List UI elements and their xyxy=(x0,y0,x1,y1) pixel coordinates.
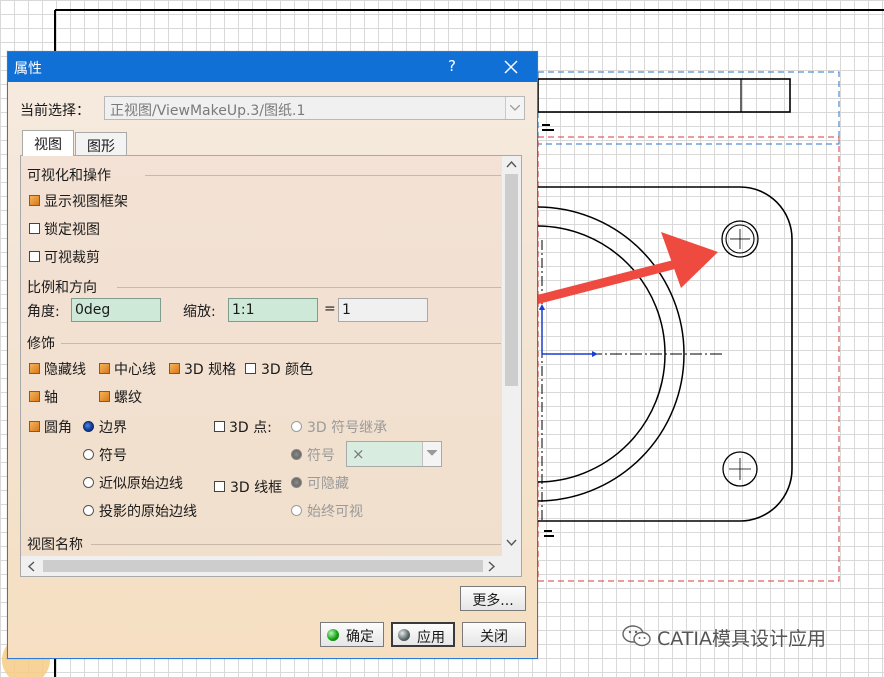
visual-clip-label: 可视裁剪 xyxy=(44,250,100,266)
fillet-label: 圆角 xyxy=(44,420,72,436)
lock-view-label: 锁定视图 xyxy=(44,222,100,238)
section-viewname-title: 视图名称 xyxy=(27,537,83,553)
chevron-down-icon[interactable] xyxy=(422,442,441,466)
can-hide-radio[interactable] xyxy=(291,477,302,488)
approx-edges-radio[interactable] xyxy=(83,477,94,488)
hidden-lines-label: 隐藏线 xyxy=(44,362,86,378)
equals-sign: = xyxy=(324,301,336,317)
lock-view-checkbox[interactable] xyxy=(29,223,40,234)
symbol-inherit-label: 3D 符号继承 xyxy=(307,420,388,436)
scrollbar-corner xyxy=(502,556,521,576)
angle-input[interactable]: 0deg xyxy=(71,298,161,322)
scale-label: 缩放: xyxy=(183,304,216,320)
fillet-checkbox[interactable] xyxy=(29,421,40,432)
axis-label: 轴 xyxy=(44,390,58,406)
spec-3d-label: 3D 规格 xyxy=(184,362,237,378)
ok-icon xyxy=(327,629,339,641)
current-selection-value: 正视图/ViewMakeUp.3/图纸.1 xyxy=(110,103,306,119)
horizontal-scrollbar[interactable] xyxy=(21,556,503,576)
points-3d-label: 3D 点: xyxy=(229,420,272,436)
center-line-checkbox[interactable] xyxy=(99,363,110,374)
projected-edges-label: 投影的原始边线 xyxy=(99,504,197,520)
ok-button[interactable]: 确定 xyxy=(320,622,384,647)
hidden-lines-checkbox[interactable] xyxy=(29,363,40,374)
symbol-radio[interactable] xyxy=(83,449,94,460)
symbol-dropdown[interactable]: × xyxy=(346,441,442,467)
thread-label: 螺纹 xyxy=(114,390,142,406)
angle-label: 角度: xyxy=(27,304,60,320)
symbol-dropdown-value: × xyxy=(352,445,365,463)
always-visible-radio[interactable] xyxy=(291,505,302,516)
symbol-select-radio[interactable] xyxy=(291,449,302,460)
wechat-icon xyxy=(622,625,651,647)
wireframe-3d-label: 3D 线框 xyxy=(230,480,283,496)
always-visible-label: 始终可视 xyxy=(307,504,363,520)
apply-icon xyxy=(398,629,410,641)
chevron-down-icon[interactable] xyxy=(505,97,524,119)
scale-input[interactable]: 1:1 xyxy=(228,298,318,322)
section-visualization-title: 可视化和操作 xyxy=(27,168,111,184)
dialog-title: 属性 xyxy=(14,61,42,77)
properties-dialog: 属性 ? 当前选择： 正视图/ViewMakeUp.3/图纸.1 视图 图形 可… xyxy=(7,51,538,659)
help-button[interactable]: ? xyxy=(440,57,464,75)
top-view-frame xyxy=(537,71,840,145)
scroll-left-icon[interactable] xyxy=(27,561,37,572)
section-dressup-title: 修饰 xyxy=(27,336,55,352)
center-line-label: 中心线 xyxy=(114,362,156,378)
front-view-frame xyxy=(537,136,840,582)
ok-label: 确定 xyxy=(346,629,374,645)
color-3d-checkbox[interactable] xyxy=(245,363,256,374)
scroll-right-icon[interactable] xyxy=(487,561,497,572)
axis-checkbox[interactable] xyxy=(29,391,40,402)
symbol-inherit-radio[interactable] xyxy=(291,421,302,432)
symbol-select-label: 符号 xyxy=(307,448,335,464)
apply-label: 应用 xyxy=(417,630,445,646)
scroll-up-icon[interactable] xyxy=(506,160,517,170)
thread-checkbox[interactable] xyxy=(99,391,110,402)
visual-clip-checkbox[interactable] xyxy=(29,251,40,262)
can-hide-label: 可隐藏 xyxy=(307,476,349,492)
close-icon[interactable] xyxy=(496,54,526,80)
top-view-outline xyxy=(537,78,791,113)
boundary-radio[interactable] xyxy=(83,421,94,432)
boundary-label: 边界 xyxy=(99,420,127,436)
show-frame-checkbox[interactable] xyxy=(29,195,40,206)
symbol-label: 符号 xyxy=(99,448,127,464)
watermark-text: CATIA模具设计应用 xyxy=(657,628,826,650)
scroll-down-icon[interactable] xyxy=(506,538,517,548)
view-tab-panel: 可视化和操作 显示视图框架 锁定视图 可视裁剪 比例和方向 角度: 0deg 缩… xyxy=(20,155,522,577)
vertical-scrollbar[interactable] xyxy=(502,156,521,556)
section-scale-title: 比例和方向 xyxy=(27,280,97,296)
wireframe-3d-checkbox[interactable] xyxy=(214,481,225,492)
spec-3d-checkbox[interactable] xyxy=(169,363,180,374)
current-selection-label: 当前选择： xyxy=(20,103,90,119)
approx-edges-label: 近似原始边线 xyxy=(99,476,183,492)
points-3d-checkbox[interactable] xyxy=(214,421,225,432)
close-button[interactable]: 关闭 xyxy=(462,622,526,647)
horizontal-scroll-thumb[interactable] xyxy=(43,560,483,572)
color-3d-label: 3D 颜色 xyxy=(261,362,314,378)
tab-graphics[interactable]: 图形 xyxy=(75,132,127,155)
dialog-titlebar[interactable]: 属性 ? xyxy=(8,52,537,82)
scale-result-input[interactable]: 1 xyxy=(338,298,428,322)
tab-view[interactable]: 视图 xyxy=(22,130,74,156)
more-button[interactable]: 更多... xyxy=(460,586,526,611)
apply-button[interactable]: 应用 xyxy=(391,622,455,647)
projected-edges-radio[interactable] xyxy=(83,505,94,516)
show-frame-label: 显示视图框架 xyxy=(44,194,128,210)
vertical-scroll-thumb[interactable] xyxy=(505,174,518,386)
current-selection-dropdown[interactable]: 正视图/ViewMakeUp.3/图纸.1 xyxy=(104,96,525,120)
